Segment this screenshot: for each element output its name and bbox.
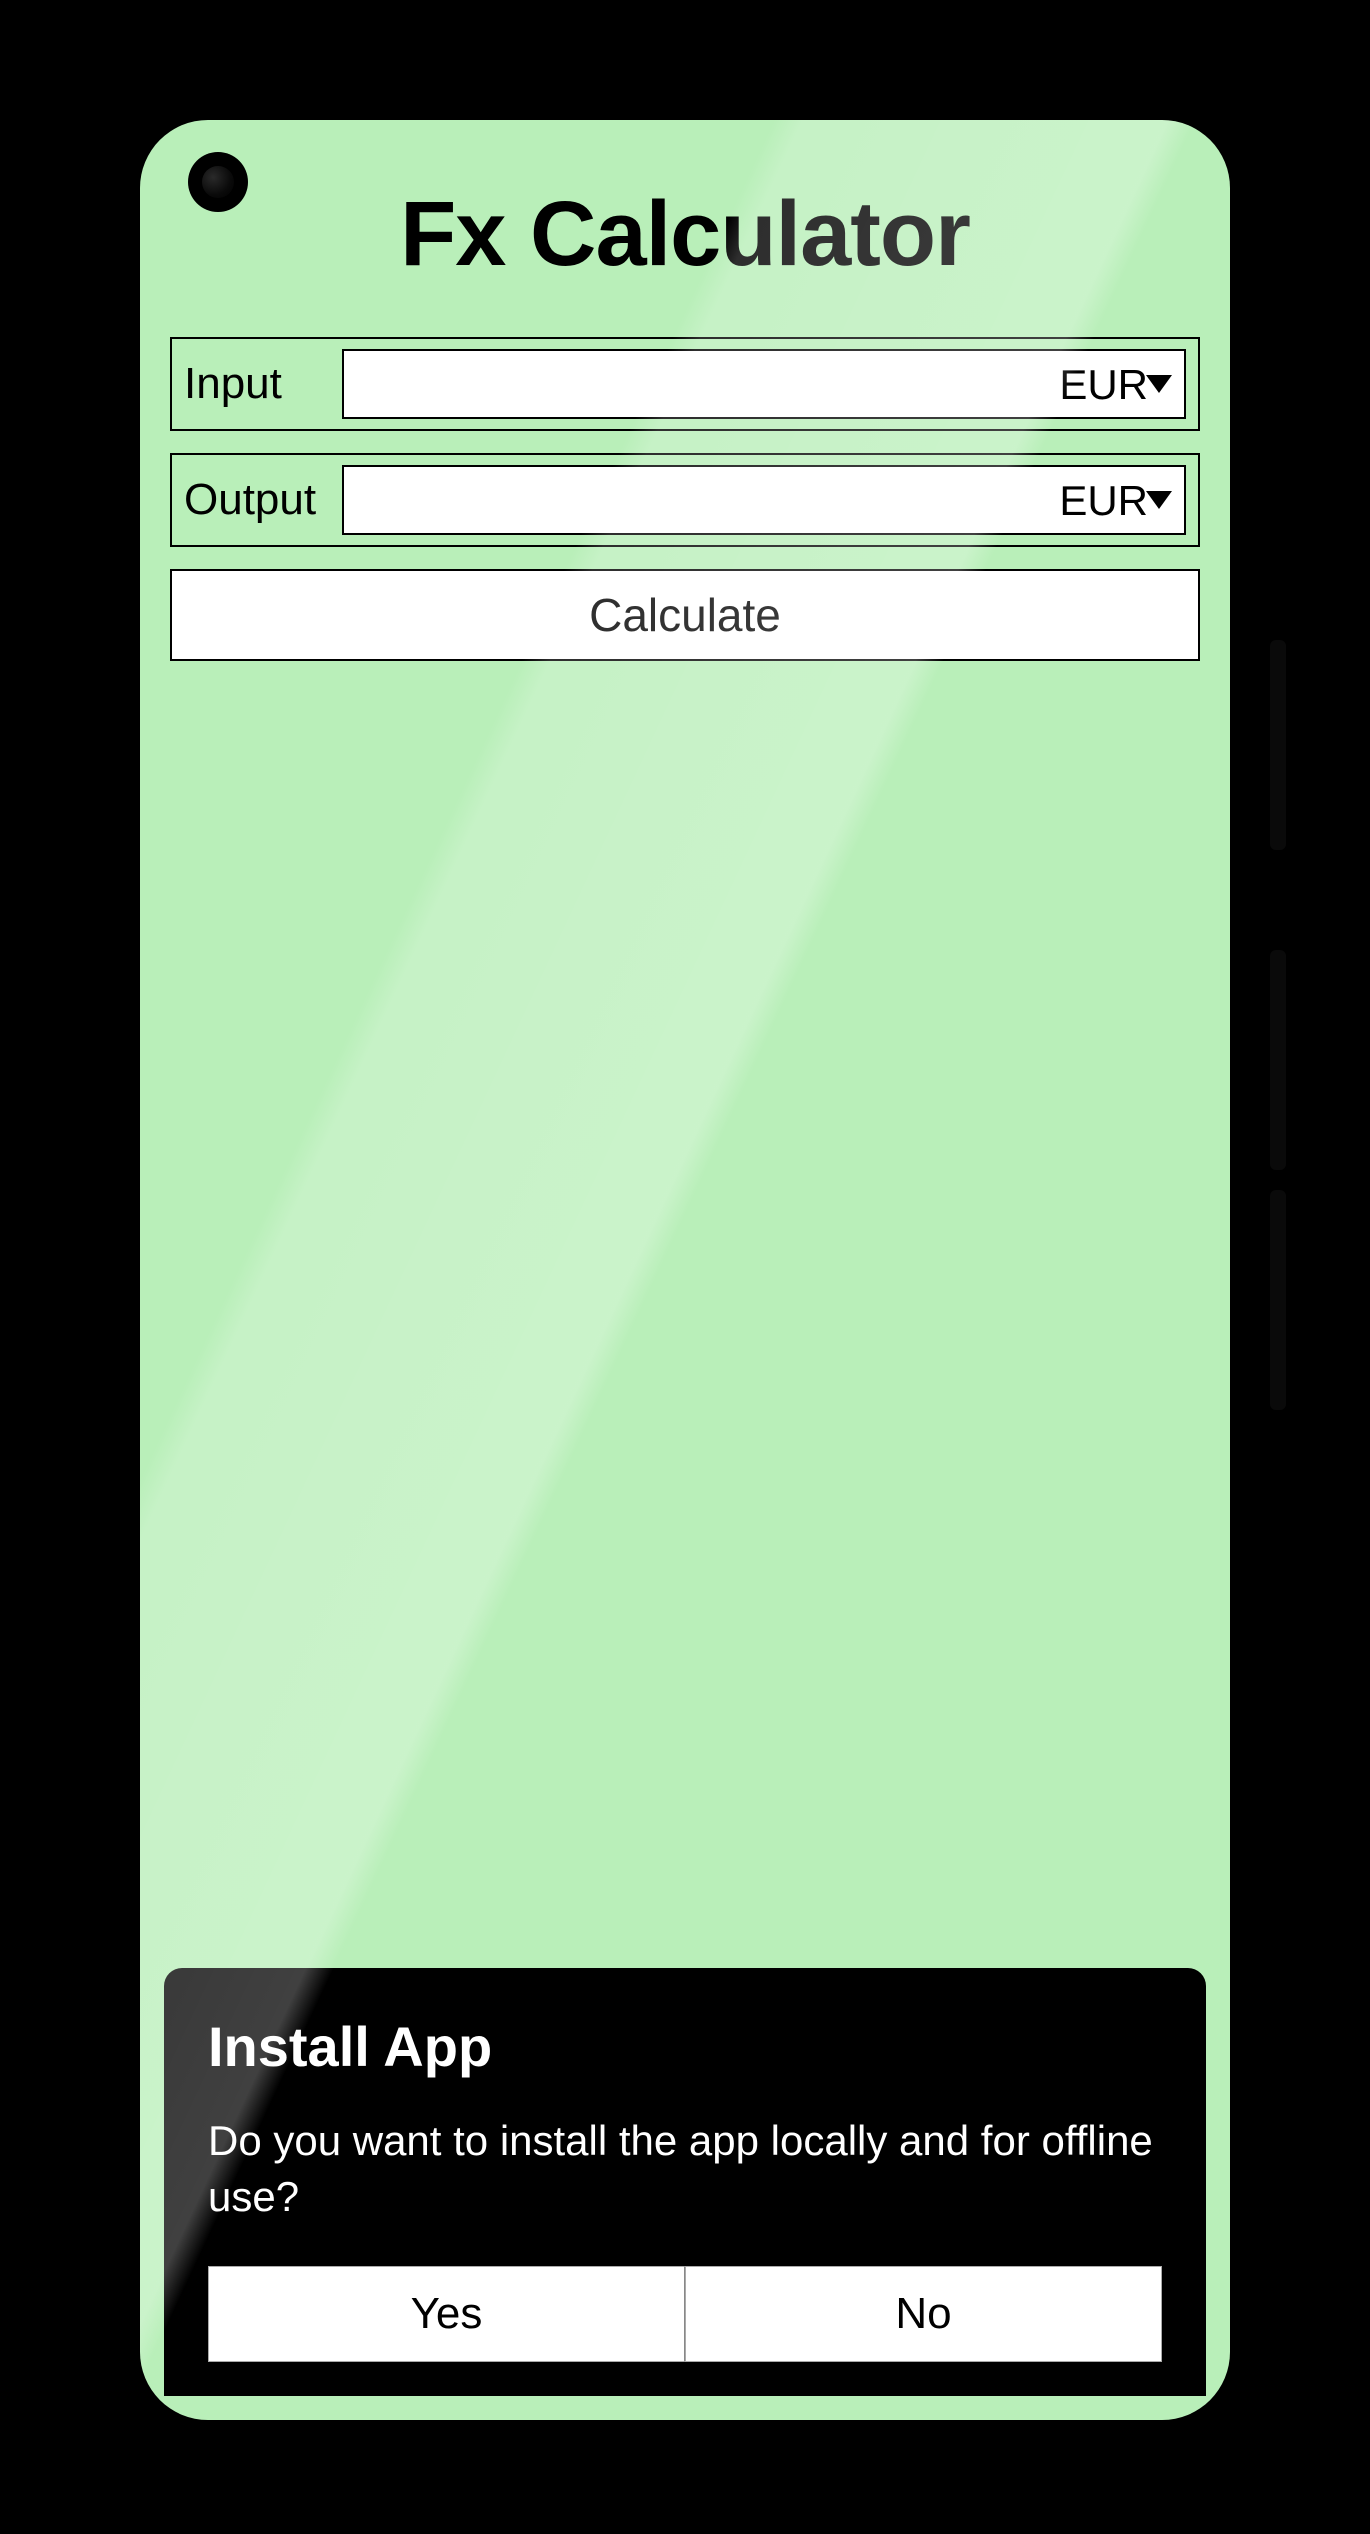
install-prompt-title: Install App [208, 2014, 1162, 2079]
phone-volume-down-button [1270, 1190, 1286, 1410]
install-no-button[interactable]: No [685, 2266, 1162, 2362]
output-controls: EUR [342, 465, 1186, 535]
input-label: Input [184, 359, 324, 409]
output-currency-select[interactable]: EUR [986, 465, 1186, 535]
install-prompt-message: Do you want to install the app locally a… [208, 2113, 1162, 2226]
app-root: Fx Calculator Input EUR [140, 120, 1230, 2420]
output-amount-field[interactable] [342, 465, 988, 535]
install-yes-button[interactable]: Yes [208, 2266, 685, 2362]
phone-bezel: Fx Calculator Input EUR [128, 108, 1242, 2432]
calculate-button[interactable]: Calculate [170, 569, 1200, 661]
phone-frame: Fx Calculator Input EUR [100, 80, 1270, 2460]
front-camera-icon [188, 152, 248, 212]
input-controls: EUR [342, 349, 1186, 419]
install-prompt-buttons: Yes No [208, 2266, 1162, 2362]
input-currency-select[interactable]: EUR [986, 349, 1186, 419]
phone-screen: Fx Calculator Input EUR [140, 120, 1230, 2420]
output-currency-wrap: EUR [986, 465, 1186, 535]
input-currency-wrap: EUR [986, 349, 1186, 419]
output-row: Output EUR [170, 453, 1200, 547]
phone-power-button [1270, 640, 1286, 850]
input-row: Input EUR [170, 337, 1200, 431]
input-amount-field[interactable] [342, 349, 988, 419]
app-title: Fx Calculator [170, 182, 1200, 287]
output-label: Output [184, 475, 324, 525]
content-spacer [170, 661, 1200, 1968]
phone-volume-up-button [1270, 950, 1286, 1170]
install-prompt: Install App Do you want to install the a… [164, 1968, 1206, 2396]
